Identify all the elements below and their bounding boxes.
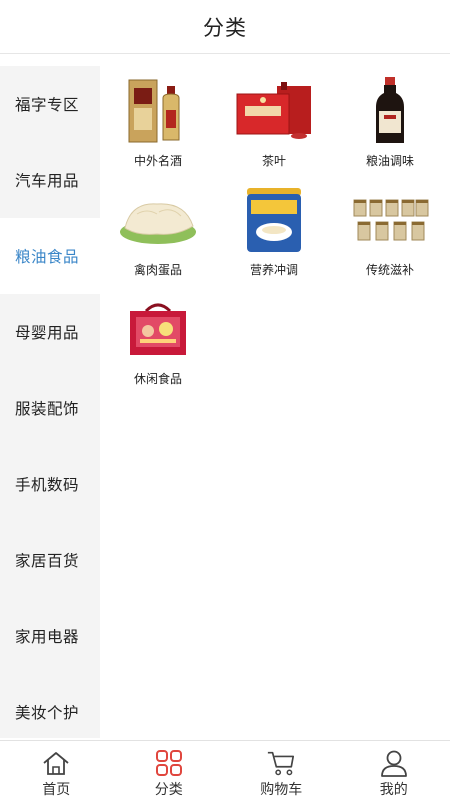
sidebar-item-home-goods[interactable]: 家居百货 (0, 522, 100, 598)
sidebar-item-mother-baby[interactable]: 母婴用品 (0, 294, 100, 370)
subcategory-traditional-tonic[interactable]: 传统滋补 (332, 185, 448, 294)
sidebar-item-digital[interactable]: 手机数码 (0, 446, 100, 522)
sidebar-item-fuzi[interactable]: 福字专区 (0, 66, 100, 142)
home-icon (41, 749, 71, 777)
sidebar-item-label: 母婴用品 (15, 324, 80, 342)
sidebar-item-label: 美妆个护 (15, 704, 80, 722)
tab-label: 我的 (379, 782, 408, 798)
cart-icon (266, 749, 296, 777)
subcategory-label: 茶叶 (261, 154, 286, 168)
user-icon (379, 749, 409, 777)
sidebar-item-auto[interactable]: 汽车用品 (0, 142, 100, 218)
subcategory-label: 中外名酒 (133, 154, 182, 168)
sidebar-item-label: 家用电器 (15, 628, 80, 646)
category-sidebar: 福字专区 汽车用品 粮油食品 母婴用品 服装配饰 手机数码 家居百货 家用电器 … (0, 66, 100, 738)
tea-gift-box-image (233, 76, 315, 146)
sidebar-item-appliances[interactable]: 家用电器 (0, 598, 100, 674)
subcategory-label: 粮油调味 (365, 154, 414, 168)
subcategory-label: 禽肉蛋品 (133, 263, 182, 277)
poultry-meat-image (117, 185, 199, 255)
category-content: 中外名酒 茶叶 粮油调味 禽肉蛋品 营养冲调 传统滋补 休闲食品 (100, 66, 450, 738)
tab-label: 分类 (154, 782, 183, 798)
sidebar-item-label: 福字专区 (15, 96, 80, 114)
sidebar-item-label: 家居百货 (15, 552, 80, 570)
tab-category[interactable]: 分类 (113, 741, 226, 800)
sidebar-item-label: 手机数码 (15, 476, 80, 494)
tab-cart[interactable]: 购物车 (225, 741, 338, 800)
tab-home[interactable]: 首页 (0, 741, 113, 800)
sidebar-item-label: 汽车用品 (15, 172, 80, 190)
subcategory-label: 营养冲调 (249, 263, 298, 277)
milk-powder-can-image (233, 185, 315, 255)
tonic-jars-image (349, 185, 431, 255)
sidebar-item-label: 粮油食品 (15, 248, 80, 266)
sidebar-item-label: 服装配饰 (15, 400, 80, 418)
subcategory-snacks[interactable]: 休闲食品 (100, 294, 216, 403)
subcategory-tea[interactable]: 茶叶 (216, 76, 332, 185)
liquor-bottle-box-image (117, 76, 199, 146)
page-title: 分类 (203, 15, 247, 40)
tab-label: 首页 (42, 782, 71, 798)
bottom-tab-bar: 首页 分类 购物车 我的 (0, 740, 450, 800)
soy-sauce-bottle-image (349, 76, 431, 146)
header-bar: 分类 (0, 0, 450, 54)
snack-gift-box-image (117, 294, 199, 364)
subcategory-poultry-meat-eggs[interactable]: 禽肉蛋品 (100, 185, 216, 294)
subcategory-grid: 中外名酒 茶叶 粮油调味 禽肉蛋品 营养冲调 传统滋补 休闲食品 (100, 66, 450, 403)
subcategory-label: 休闲食品 (133, 372, 182, 386)
subcategory-liquor[interactable]: 中外名酒 (100, 76, 216, 185)
subcategory-grain-oil-seasoning[interactable]: 粮油调味 (332, 76, 448, 185)
sidebar-item-apparel[interactable]: 服装配饰 (0, 370, 100, 446)
tab-label: 购物车 (260, 782, 303, 798)
sidebar-item-grain-oil-food[interactable]: 粮油食品 (0, 218, 100, 294)
tab-mine[interactable]: 我的 (338, 741, 450, 800)
subcategory-nutrition-drinks[interactable]: 营养冲调 (216, 185, 332, 294)
subcategory-label: 传统滋补 (365, 263, 414, 277)
category-grid-icon (154, 749, 184, 777)
sidebar-item-beauty[interactable]: 美妆个护 (0, 674, 100, 750)
